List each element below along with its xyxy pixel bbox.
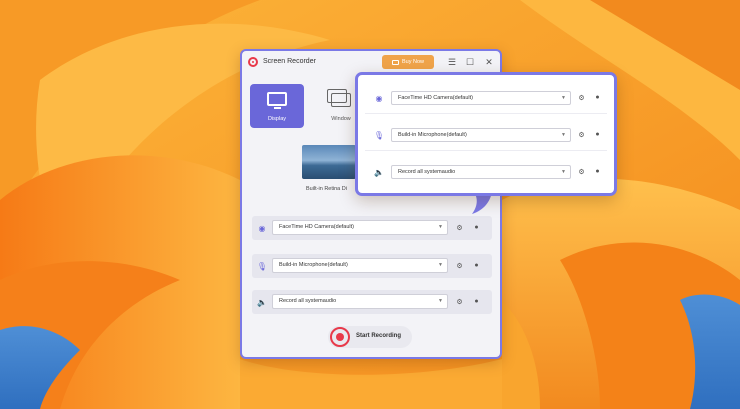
callout-microphone-select[interactable]: Build-in Microphone(default) ▼ — [391, 128, 571, 142]
camera-select[interactable]: FaceTime HD Camera(default) ▼ — [272, 220, 448, 235]
settings-gear-icon[interactable]: ⚙ — [577, 167, 586, 176]
toggle-dot-icon[interactable]: ● — [593, 93, 602, 102]
settings-gear-icon[interactable]: ⚙ — [455, 297, 464, 306]
microphone-select-value: Build-in Microphone(default) — [279, 262, 348, 268]
window-icon — [327, 89, 351, 107]
microphone-icon: 🎙 — [373, 130, 385, 140]
chevron-down-icon: ▼ — [438, 298, 443, 304]
maximize-button[interactable]: ☐ — [464, 56, 476, 68]
app-title: Screen Recorder — [263, 58, 316, 65]
buy-now-button[interactable]: Buy Now — [382, 55, 434, 69]
camera-icon: ◉ — [375, 93, 383, 103]
microphone-icon: 🎙 — [256, 261, 268, 271]
settings-gear-icon[interactable]: ⚙ — [577, 93, 586, 102]
callout-camera-select-value: FaceTime HD Camera(default) — [398, 95, 473, 101]
camera-row: ◉ FaceTime HD Camera(default) ▼ ⚙ ● — [252, 216, 492, 240]
toggle-dot-icon[interactable]: ● — [472, 223, 481, 232]
camera-icon: ◉ — [258, 223, 266, 233]
microphone-select[interactable]: Build-in Microphone(default) ▼ — [272, 258, 448, 273]
settings-gear-icon[interactable]: ⚙ — [577, 130, 586, 139]
close-button[interactable]: ✕ — [483, 56, 495, 68]
callout-system-audio-select[interactable]: Record all systemaudio ▼ — [391, 165, 571, 179]
chevron-down-icon: ▼ — [561, 169, 566, 175]
toggle-dot-icon[interactable]: ● — [593, 130, 602, 139]
callout-microphone-row: 🎙 Build-in Microphone(default) ▼ ⚙ ● — [365, 120, 607, 151]
toggle-dot-icon[interactable]: ● — [593, 167, 602, 176]
chevron-down-icon: ▼ — [561, 132, 566, 138]
desktop: Screen Recorder Buy Now ☰ ☐ ✕ Display Wi… — [0, 0, 740, 409]
monitor-icon — [267, 92, 287, 109]
display-preview[interactable] — [302, 145, 356, 179]
mode-window-label: Window — [331, 116, 351, 122]
settings-gear-icon[interactable]: ⚙ — [455, 261, 464, 270]
record-icon — [330, 327, 350, 347]
menu-icon[interactable]: ☰ — [446, 56, 458, 68]
start-recording-button[interactable]: Start Recording — [328, 326, 412, 348]
chevron-down-icon: ▼ — [438, 262, 443, 268]
toggle-dot-icon[interactable]: ● — [472, 297, 481, 306]
callout-camera-row: ◉ FaceTime HD Camera(default) ▼ ⚙ ● — [365, 83, 607, 114]
display-preview-label: Built-in Retina Di — [306, 186, 347, 192]
settings-gear-icon[interactable]: ⚙ — [455, 223, 464, 232]
start-recording-label: Start Recording — [356, 333, 402, 339]
app-logo-icon — [248, 57, 258, 67]
system-audio-select[interactable]: Record all systemaudio ▼ — [272, 294, 448, 309]
buy-now-label: Buy Now — [401, 59, 424, 65]
camera-select-value: FaceTime HD Camera(default) — [279, 224, 354, 230]
speaker-icon: 🔈 — [257, 297, 267, 307]
speaker-icon: 🔈 — [374, 167, 384, 177]
chevron-down-icon: ▼ — [561, 95, 566, 101]
callout-system-audio-row: 🔈 Record all systemaudio ▼ ⚙ ● — [365, 157, 607, 187]
chevron-down-icon: ▼ — [438, 224, 443, 230]
callout-camera-select[interactable]: FaceTime HD Camera(default) ▼ — [391, 91, 571, 105]
mode-display-label: Display — [267, 116, 287, 122]
system-audio-select-value: Record all systemaudio — [279, 298, 337, 304]
mode-display-button[interactable]: Display — [250, 84, 304, 128]
callout-system-audio-select-value: Record all systemaudio — [398, 169, 456, 175]
zoom-callout-panel: ◉ FaceTime HD Camera(default) ▼ ⚙ ● 🎙 Bu… — [355, 72, 617, 196]
toggle-dot-icon[interactable]: ● — [472, 261, 481, 270]
callout-microphone-select-value: Build-in Microphone(default) — [398, 132, 467, 138]
cart-icon — [391, 59, 399, 65]
microphone-row: 🎙 Build-in Microphone(default) ▼ ⚙ ● — [252, 254, 492, 278]
system-audio-row: 🔈 Record all systemaudio ▼ ⚙ ● — [252, 290, 492, 314]
